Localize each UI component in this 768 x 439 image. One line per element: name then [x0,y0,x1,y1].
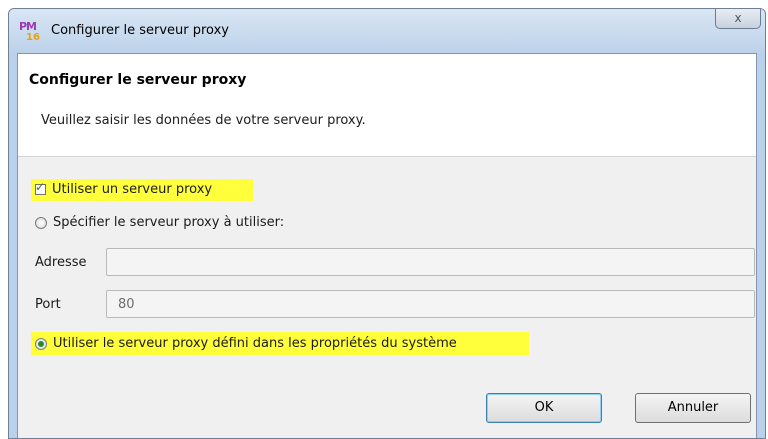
dialog-content: Configurer le serveur proxy Veuillez sai… [17,53,757,438]
system-proxy-radio[interactable] [35,337,47,350]
close-icon: x [734,11,742,25]
radio-selected-dot [38,340,44,347]
proxy-dialog-window: PM 16 Configurer le serveur proxy x Conf… [8,8,766,439]
title-bar[interactable]: PM 16 Configurer le serveur proxy x [9,9,765,53]
address-label: Adresse [35,255,87,270]
use-proxy-checkbox-row[interactable]: ✓ Utiliser un serveur proxy [35,180,212,197]
close-button[interactable]: x [715,9,761,29]
cancel-button[interactable]: Annuler [635,393,751,423]
use-proxy-checkbox[interactable]: ✓ [35,180,46,195]
pm16-app-icon: PM 16 [19,20,40,43]
checkmark-icon: ✓ [35,180,46,194]
port-input[interactable]: 80 [106,290,755,318]
address-input[interactable] [106,248,755,276]
system-proxy-radio-row[interactable]: Utiliser le serveur proxy défini dans le… [35,336,457,351]
dialog-header: Configurer le serveur proxy Veuillez sai… [18,54,756,157]
window-title: Configurer le serveur proxy [51,23,230,38]
ok-button[interactable]: OK [486,393,602,423]
system-proxy-label[interactable]: Utiliser le serveur proxy défini dans le… [53,336,457,351]
specify-proxy-label[interactable]: Spécifier le serveur proxy à utiliser: [53,215,284,230]
specify-proxy-radio[interactable] [35,216,47,229]
use-proxy-label[interactable]: Utiliser un serveur proxy [52,182,212,197]
dialog-instructions: Veuillez saisir les données de votre ser… [41,113,366,128]
dialog-heading: Configurer le serveur proxy [29,72,247,88]
specify-proxy-radio-row[interactable]: Spécifier le serveur proxy à utiliser: [35,215,284,230]
port-label: Port [35,297,61,312]
